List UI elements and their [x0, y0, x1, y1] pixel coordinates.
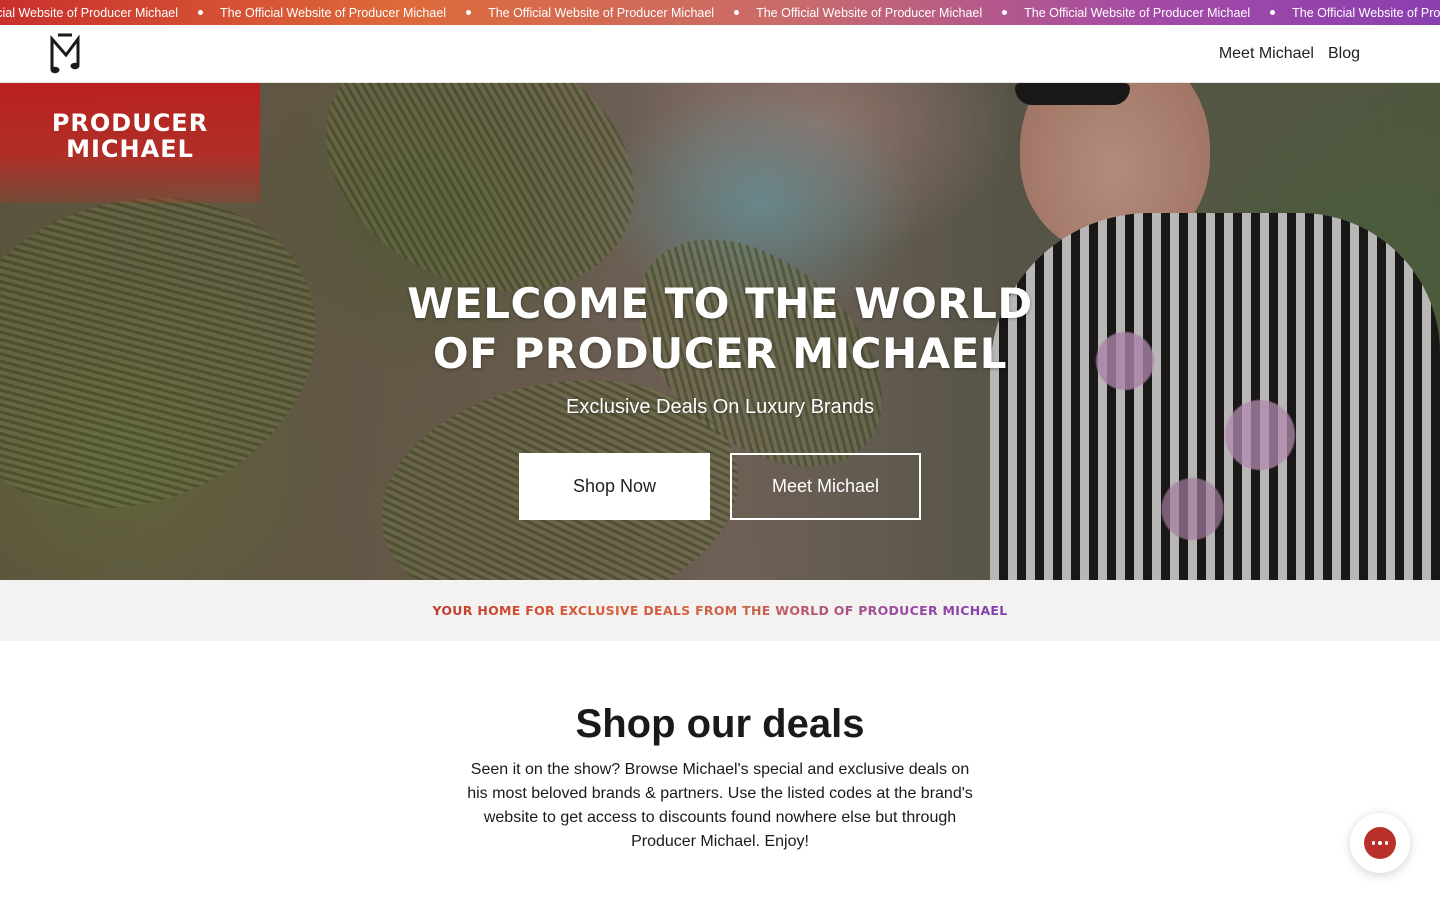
tagline-text: YOUR HOME FOR EXCLUSIVE DEALS FROM THE W… — [432, 603, 1008, 618]
announcement-text: The Official Website of Producer Michael — [220, 5, 447, 20]
brand-name: PRODUCER MICHAEL — [51, 109, 209, 163]
dot-icon — [1378, 841, 1382, 845]
announcement-item: The Official Website of Producer Michael — [220, 6, 488, 20]
bullet-icon — [734, 10, 740, 15]
announcement-text: The Official Website of Producer Michael — [1024, 5, 1251, 20]
bullet-icon — [1270, 10, 1276, 15]
pm-music-note-monogram-icon — [50, 33, 80, 74]
dot-icon — [1384, 841, 1389, 845]
bullet-icon — [1002, 10, 1008, 15]
chat-button[interactable] — [1350, 813, 1410, 873]
announcement-item: The Official Website of Producer Michael — [1024, 6, 1292, 20]
brand-badge: PRODUCER MICHAEL — [0, 83, 260, 203]
announcement-text: The Official Website of Producer Michael — [1292, 5, 1440, 20]
announcement-text: The Official Website of Producer Michael — [488, 5, 715, 20]
announcement-item: The Official Website of Producer Michael — [0, 6, 220, 20]
announcement-item: The Official Website of Producer Michael — [756, 6, 1024, 20]
deals-title: Shop our deals — [575, 702, 865, 746]
hero-title: WELCOME TO THE WORLD OF PRODUCER MICHAEL — [407, 279, 1033, 378]
shop-now-button[interactable]: Shop Now — [519, 453, 710, 520]
announcement-text: The Official Website of Producer Michael — [0, 5, 179, 20]
nav-item-meet-michael[interactable]: Meet Michael — [1219, 45, 1314, 63]
deals-description: Seen it on the show? Browse Michael's sp… — [467, 761, 973, 850]
main-nav: Meet Michael Blog — [1219, 25, 1360, 83]
chat-bubble-ellipsis-icon — [1364, 827, 1396, 859]
announcement-bar: The Official Website of Producer Michael… — [0, 0, 1440, 25]
tagline-bar: YOUR HOME FOR EXCLUSIVE DEALS FROM THE W… — [0, 580, 1440, 641]
bullet-icon — [198, 10, 204, 15]
announcement-item: The Official Website of Producer Michael — [1292, 6, 1440, 20]
logo[interactable] — [48, 31, 84, 75]
bullet-icon — [466, 10, 472, 15]
nav-item-blog[interactable]: Blog — [1328, 45, 1360, 63]
site-header: Meet Michael Blog — [0, 25, 1440, 83]
dot-icon — [1371, 841, 1376, 845]
announcement-text: The Official Website of Producer Michael — [756, 5, 983, 20]
hero-subtitle: Exclusive Deals On Luxury Brands — [566, 396, 874, 418]
announcement-item: The Official Website of Producer Michael — [488, 6, 756, 20]
announcement-track: The Official Website of Producer Michael… — [0, 0, 1440, 25]
hero-section: PRODUCER MICHAEL WELCOME TO THE WORLD OF… — [0, 83, 1440, 580]
meet-michael-button[interactable]: Meet Michael — [730, 453, 921, 520]
